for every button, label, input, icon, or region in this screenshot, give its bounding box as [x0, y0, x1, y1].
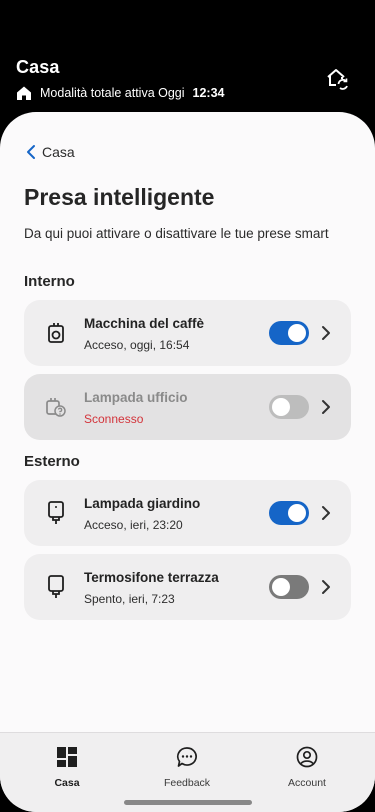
- device-name: Termosifone terrazza: [84, 570, 219, 585]
- content-sheet: Casa Presa intelligente Da qui puoi atti…: [0, 112, 375, 812]
- device-status: Spento, ieri, 7:23: [84, 592, 175, 606]
- toggle-knob: [288, 324, 306, 342]
- toggle-knob: [272, 578, 290, 596]
- home-indicator[interactable]: [124, 800, 252, 805]
- plug-disconnected-icon: [44, 394, 68, 420]
- device-toggle[interactable]: [269, 501, 309, 525]
- device-name: Lampada giardino: [84, 496, 201, 511]
- section-title-esterno: Esterno: [24, 453, 80, 470]
- device-toggle[interactable]: [269, 395, 309, 419]
- device-card-macchina-caffe[interactable]: Macchina del caffè Acceso, oggi, 16:54: [24, 300, 351, 366]
- toggle-knob: [288, 504, 306, 522]
- back-button-label: Casa: [42, 144, 75, 160]
- app-screen: Casa Modalità totale attiva Oggi 12:34 C…: [0, 0, 375, 812]
- device-toggle[interactable]: [269, 321, 309, 345]
- chat-bubble-icon: [175, 745, 199, 769]
- section-title-interno: Interno: [24, 273, 75, 290]
- mode-status: Modalità totale attiva Oggi 12:34: [16, 84, 225, 102]
- mode-status-time: 12:34: [192, 86, 225, 100]
- plug-icon: [44, 500, 68, 526]
- device-status: Acceso, oggi, 16:54: [84, 338, 190, 352]
- toggle-knob: [272, 398, 290, 416]
- grid-home-icon: [55, 745, 79, 769]
- chevron-right-icon[interactable]: [321, 325, 331, 341]
- nav-label: Feedback: [163, 777, 211, 789]
- nav-item-feedback[interactable]: Feedback: [142, 745, 232, 793]
- chevron-right-icon[interactable]: [321, 505, 331, 521]
- chevron-left-icon: [27, 145, 35, 159]
- device-name: Macchina del caffè: [84, 316, 205, 331]
- plug-icon: [44, 574, 68, 600]
- nav-item-account[interactable]: Account: [262, 745, 352, 793]
- coffee-plug-icon: [44, 320, 68, 346]
- device-card-termosifone-terrazza[interactable]: Termosifone terrazza Spento, ieri, 7:23: [24, 554, 351, 620]
- back-button[interactable]: Casa: [26, 142, 75, 162]
- chevron-right-icon[interactable]: [321, 399, 331, 415]
- nav-label: Casa: [54, 777, 80, 789]
- mode-status-text: Modalità totale attiva Oggi: [40, 86, 185, 100]
- nav-item-casa[interactable]: Casa: [22, 745, 112, 793]
- account-circle-icon: [295, 745, 319, 769]
- page-title: Presa intelligente: [24, 184, 215, 210]
- house-icon: [16, 85, 32, 101]
- device-name: Lampada ufficio: [84, 390, 188, 405]
- device-card-lampada-ufficio[interactable]: Lampada ufficio Sconnesso: [24, 374, 351, 440]
- home-title: Casa: [16, 57, 60, 77]
- chevron-right-icon[interactable]: [321, 579, 331, 595]
- home-sync-button[interactable]: [323, 64, 351, 92]
- device-status: Sconnesso: [84, 412, 144, 426]
- page-subtitle: Da qui puoi attivare o disattivare le tu…: [24, 226, 329, 241]
- device-toggle[interactable]: [269, 575, 309, 599]
- device-status: Acceso, ieri, 23:20: [84, 518, 183, 532]
- home-sync-icon: [327, 69, 348, 90]
- device-card-lampada-giardino[interactable]: Lampada giardino Acceso, ieri, 23:20: [24, 480, 351, 546]
- nav-label: Account: [288, 777, 326, 789]
